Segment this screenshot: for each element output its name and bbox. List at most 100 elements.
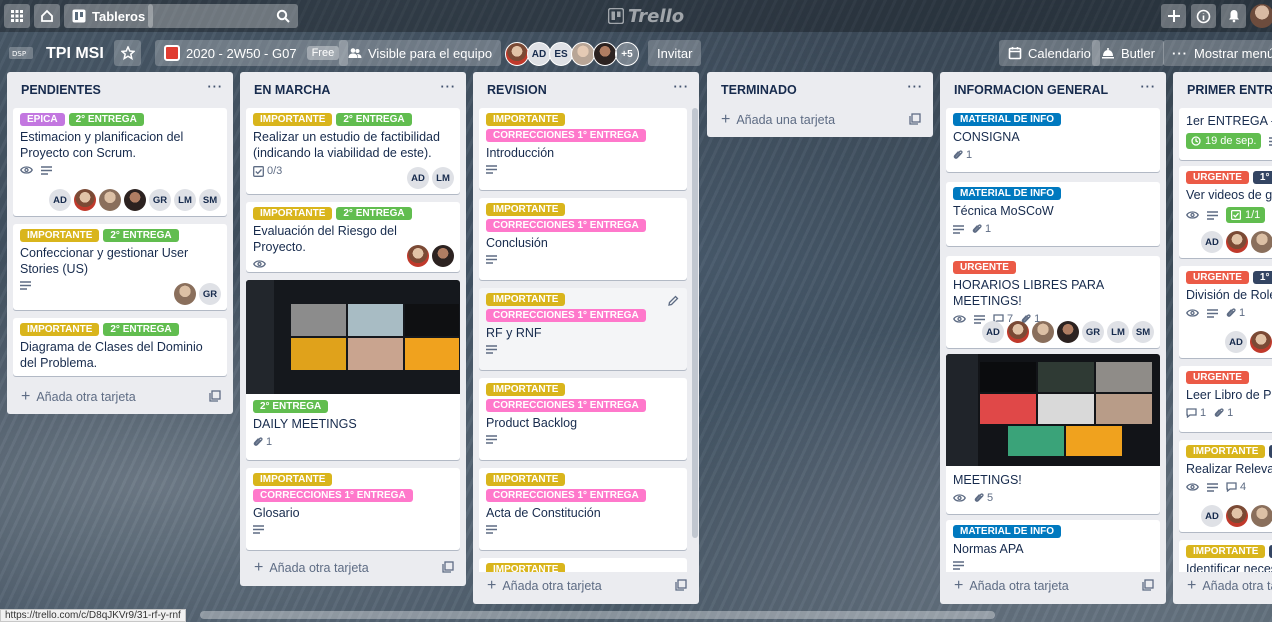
- member-avatar[interactable]: AD: [1201, 505, 1223, 527]
- member-avatar[interactable]: AD: [1225, 331, 1247, 353]
- member-avatar[interactable]: GR: [199, 283, 221, 305]
- add-card-button[interactable]: + Añada otra tarjeta: [481, 574, 691, 598]
- list-menu-icon[interactable]: ···: [908, 80, 924, 94]
- card[interactable]: IMPORTANTE CORRECCIONES 1° ENTREGA Produc…: [479, 378, 687, 460]
- board-switcher-icon[interactable]: DSP: [8, 44, 36, 64]
- member-avatar[interactable]: [1057, 321, 1079, 343]
- member-avatar[interactable]: [1032, 321, 1054, 343]
- member-avatar[interactable]: LM: [174, 189, 196, 211]
- card[interactable]: IMPORTANTE CORRECCIONES 1° ENTREGA Glosar…: [246, 468, 460, 550]
- member-avatar[interactable]: [1250, 331, 1272, 353]
- member-avatar[interactable]: AD: [407, 167, 429, 189]
- member-avatar[interactable]: SM: [199, 189, 221, 211]
- member-avatar[interactable]: [1226, 231, 1248, 253]
- pencil-edit-icon[interactable]: [668, 295, 679, 306]
- card[interactable]: IMPORTANTE CORRECCIONES 1° ENTREGA Acta d…: [479, 468, 687, 550]
- member-avatar[interactable]: AD: [527, 42, 551, 66]
- card[interactable]: IMPORTANTE CORRECCIONES 1° ENTREGA Introd…: [479, 108, 687, 190]
- more-members-button[interactable]: +5: [615, 42, 639, 66]
- visibility-button[interactable]: Visible para el equipo: [339, 40, 502, 66]
- member-avatar[interactable]: SM: [1132, 321, 1154, 343]
- card[interactable]: IMPORTANTE Identificar necesi: [1179, 540, 1272, 572]
- add-card-button[interactable]: + Añada otra tarjeta: [15, 385, 225, 409]
- user-avatar[interactable]: [1250, 4, 1272, 28]
- add-card-button[interactable]: + Añada otra tarjeta: [948, 574, 1158, 598]
- member-avatar[interactable]: AD: [1201, 231, 1223, 253]
- member-avatar[interactable]: [1226, 505, 1248, 527]
- member-avatar[interactable]: AD: [982, 321, 1004, 343]
- list-title-text[interactable]: TERMINADO: [721, 83, 797, 97]
- card[interactable]: URGENTE1° E División de Roles 1 AD: [1179, 266, 1272, 358]
- board-horizontal-scrollbar[interactable]: [200, 611, 995, 619]
- add-card-button[interactable]: + Añada otra tarjeta: [248, 556, 458, 580]
- card[interactable]: IMPORTANTE CORRECCIONES 1° ENTREGA RF y R…: [479, 288, 687, 370]
- board-title[interactable]: TPI MSI: [46, 45, 104, 63]
- due-date-badge[interactable]: 19 de sep.: [1186, 133, 1262, 149]
- create-button[interactable]: [1161, 4, 1186, 28]
- card-template-icon[interactable]: [909, 113, 921, 125]
- show-menu-button[interactable]: ··· Mostrar menú: [1163, 40, 1272, 66]
- card-template-icon[interactable]: [442, 561, 454, 573]
- boards-button[interactable]: Tableros: [64, 4, 154, 28]
- card[interactable]: 1er ENTREGA - T 19 de sep.: [1179, 108, 1272, 160]
- star-button[interactable]: [114, 40, 141, 66]
- list-scrollbar[interactable]: [692, 108, 698, 538]
- card[interactable]: IMPORTANTE Realizar Relevam 4 AD: [1179, 440, 1272, 532]
- card[interactable]: IMPORTANTE 2° ENTREGA Realizar un estudio…: [246, 108, 460, 194]
- add-card-button[interactable]: + Añada otra tarjeta: [1181, 574, 1272, 598]
- card[interactable]: MATERIAL DE INFO CONSIGNA 1: [946, 108, 1160, 172]
- list-title-text[interactable]: PRIMER ENTREG: [1187, 83, 1272, 97]
- card[interactable]: MATERIAL DE INFO Técnica MoSCoW 1: [946, 182, 1160, 246]
- card[interactable]: 2° ENTREGA DAILY MEETINGS 1: [246, 280, 460, 460]
- member-avatar[interactable]: AD: [49, 189, 71, 211]
- member-avatar[interactable]: LM: [432, 167, 454, 189]
- member-avatar[interactable]: [174, 283, 196, 305]
- card[interactable]: IMPORTANTE 2° ENTREGA Confeccionar y gest…: [13, 224, 227, 310]
- list-menu-icon[interactable]: ···: [208, 80, 224, 94]
- list-title-text[interactable]: EN MARCHA: [254, 83, 330, 97]
- info-button[interactable]: [1191, 4, 1216, 28]
- card[interactable]: IMPORTANTE 2° ENTREGA Diagrama de Clases …: [13, 318, 227, 376]
- card[interactable]: URGENTE Leer Libro de Pun 1 1: [1179, 366, 1272, 432]
- team-button[interactable]: 2020 - 2W50 - G07 Free: [155, 40, 349, 66]
- add-card-button[interactable]: + Añada una tarjeta: [715, 108, 925, 132]
- list-menu-icon[interactable]: ···: [674, 80, 690, 94]
- home-icon[interactable]: [34, 4, 60, 28]
- member-avatar[interactable]: [1251, 505, 1272, 527]
- card[interactable]: EPICA 2° ENTREGA Estimacion y planificaci…: [13, 108, 227, 216]
- member-avatar[interactable]: [1007, 321, 1029, 343]
- list-title-text[interactable]: INFORMACION GENERAL: [954, 83, 1108, 97]
- member-avatar[interactable]: [432, 245, 454, 267]
- member-avatar[interactable]: [571, 42, 595, 66]
- card-template-icon[interactable]: [209, 390, 221, 402]
- butler-button[interactable]: Butler: [1092, 40, 1164, 66]
- card[interactable]: URGENTE1° E Ver videos de git 1/1 AD: [1179, 166, 1272, 258]
- member-avatar[interactable]: [407, 245, 429, 267]
- notifications-button[interactable]: [1221, 4, 1246, 28]
- trello-logo[interactable]: Trello: [608, 6, 684, 27]
- list-menu-icon[interactable]: ···: [1141, 80, 1157, 94]
- member-avatar[interactable]: GR: [149, 189, 171, 211]
- member-avatar[interactable]: [1251, 231, 1272, 253]
- member-avatar[interactable]: [593, 42, 617, 66]
- calendar-button[interactable]: Calendario: [999, 40, 1100, 66]
- member-avatar[interactable]: [505, 42, 529, 66]
- member-avatar[interactable]: [99, 189, 121, 211]
- invite-button[interactable]: Invitar: [648, 40, 702, 66]
- card[interactable]: IMPORTANTE: [479, 558, 687, 572]
- card[interactable]: IMPORTANTE CORRECCIONES 1° ENTREGA Conclu…: [479, 198, 687, 280]
- member-avatar[interactable]: ES: [549, 42, 573, 66]
- card-template-icon[interactable]: [675, 579, 687, 591]
- card[interactable]: IMPORTANTE 2° ENTREGA Evaluación del Ries…: [246, 202, 460, 272]
- member-avatar[interactable]: LM: [1107, 321, 1129, 343]
- apps-grid-icon[interactable]: [4, 4, 30, 28]
- card-template-icon[interactable]: [1142, 579, 1154, 591]
- search-input[interactable]: [148, 4, 298, 28]
- list-menu-icon[interactable]: ···: [441, 80, 457, 94]
- member-avatar[interactable]: [74, 189, 96, 211]
- card[interactable]: MEETINGS! 5: [946, 354, 1160, 514]
- card[interactable]: URGENTE HORARIOS LIBRES PARA MEETINGS! 7…: [946, 256, 1160, 348]
- list-title-text[interactable]: REVISION: [487, 83, 547, 97]
- member-avatar[interactable]: [124, 189, 146, 211]
- list-title-text[interactable]: PENDIENTES: [21, 83, 101, 97]
